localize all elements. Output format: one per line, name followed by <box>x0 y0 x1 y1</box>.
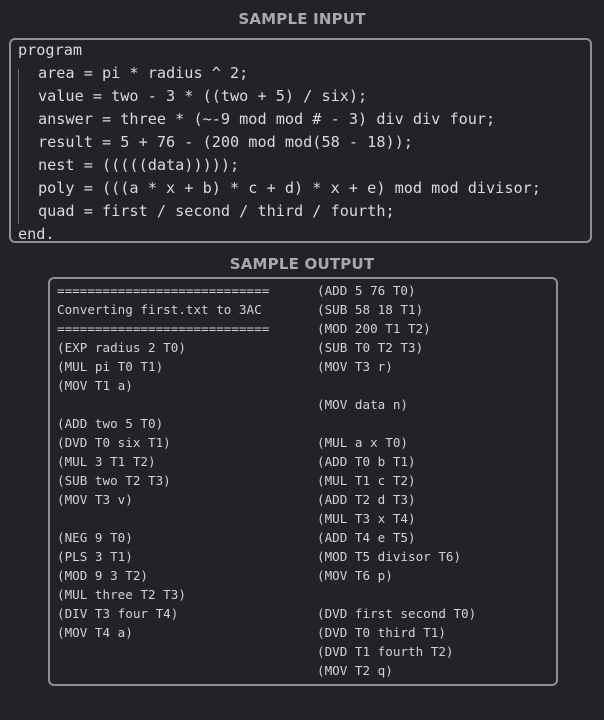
output-line: (MOV T3 r) <box>317 359 393 374</box>
output-line: Converting first.txt to 3AC <box>57 302 262 317</box>
output-line: (NEG 9 T0) <box>57 530 133 545</box>
output-line: (MOV T4 a) <box>57 625 133 640</box>
code-line-end: end. <box>18 225 55 243</box>
output-line: (EXP radius 2 T0) <box>57 340 186 355</box>
output-line: (MOV T6 p) <box>317 568 393 583</box>
indent-guide <box>18 69 19 224</box>
output-line: (MUL T1 c T2) <box>317 473 416 488</box>
sample-input-code-block: program area = pi * radius ^ 2; value = … <box>9 38 592 243</box>
output-line: (SUB 58 18 T1) <box>317 302 424 317</box>
sample-output-heading: SAMPLE OUTPUT <box>229 255 375 273</box>
output-line: ============================ <box>57 321 270 336</box>
output-line: (MOD 9 3 T2) <box>57 568 148 583</box>
output-line: (ADD two 5 T0) <box>57 416 164 431</box>
output-line: ============================ <box>57 283 270 298</box>
output-line: (ADD T2 d T3) <box>317 492 416 507</box>
code-line-quad: quad = first / second / third / fourth; <box>38 202 395 220</box>
sample-output-block: ============================ Converting f… <box>48 277 558 686</box>
output-line: (DVD T1 fourth T2) <box>317 644 454 659</box>
output-line: (MOD 200 T1 T2) <box>317 321 431 336</box>
output-line: (PLS 3 T1) <box>57 549 133 564</box>
output-line: (MOV T1 a) <box>57 378 133 393</box>
code-line-area: area = pi * radius ^ 2; <box>38 64 249 82</box>
output-line: (SUB T0 T2 T3) <box>317 340 424 355</box>
output-line: (ADD 5 76 T0) <box>317 283 416 298</box>
output-line: (SUB two T2 T3) <box>57 473 171 488</box>
code-line-result: result = 5 + 76 - (200 mod mod(58 - 18))… <box>38 133 413 151</box>
code-line-value: value = two - 3 * ((two + 5) / six); <box>38 87 368 105</box>
output-line: (DIV T3 four T4) <box>57 606 179 621</box>
output-line: (MUL three T2 T3) <box>57 587 186 602</box>
output-line: (ADD T4 e T5) <box>317 530 416 545</box>
output-line: (MUL T3 x T4) <box>317 511 416 526</box>
output-line: (ADD T0 b T1) <box>317 454 416 469</box>
code-line-poly: poly = (((a * x + b) * c + d) * x + e) m… <box>38 179 541 197</box>
output-line: (DVD T0 six T1) <box>57 435 171 450</box>
code-line-program: program <box>18 41 83 59</box>
output-line: (MOV T2 q) <box>317 663 393 678</box>
sample-input-heading: SAMPLE INPUT <box>238 10 366 28</box>
output-line: (DVD T0 third T1) <box>317 625 446 640</box>
output-line: (MOD T5 divisor T6) <box>317 549 462 564</box>
code-line-nest: nest = (((((data))))); <box>38 156 240 174</box>
code-line-answer: answer = three * (~-9 mod mod # - 3) div… <box>38 110 496 128</box>
output-line: (MUL pi T0 T1) <box>57 359 164 374</box>
output-line: (DVD first second T0) <box>317 606 477 621</box>
output-line: (MOV T3 v) <box>57 492 133 507</box>
output-line: (MUL a x T0) <box>317 435 408 450</box>
output-line: (MOV data n) <box>317 397 408 412</box>
output-line: (MUL 3 T1 T2) <box>57 454 156 469</box>
